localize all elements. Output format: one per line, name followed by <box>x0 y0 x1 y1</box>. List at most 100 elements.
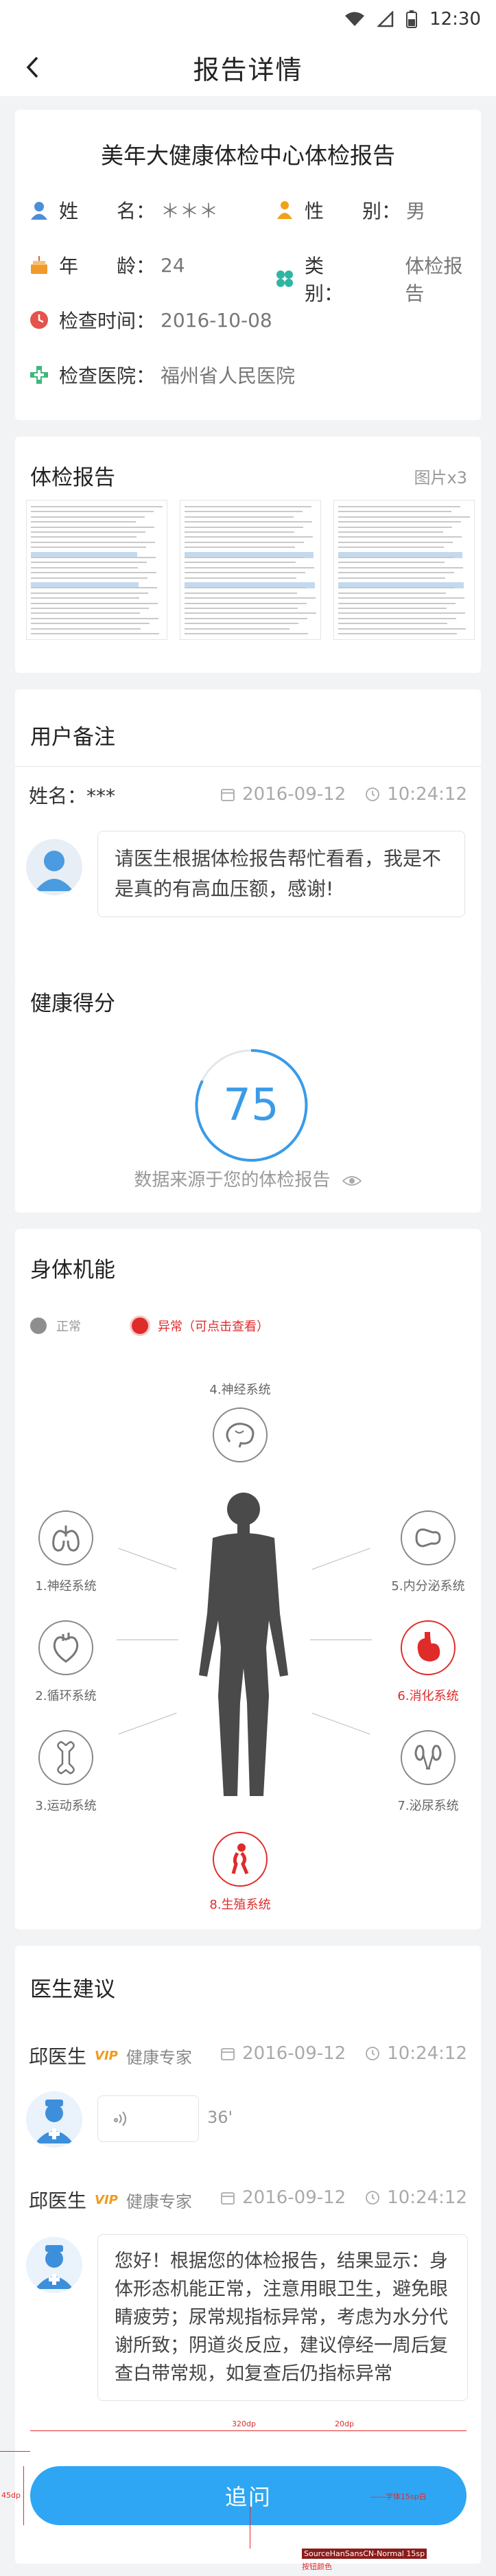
annotation-gap: 20dp <box>335 2419 354 2428</box>
name-value: ＊＊＊ <box>161 200 219 222</box>
date-row: 检查时间： 2016-10-08 <box>29 306 272 334</box>
remark-meta: 2016-09-12 10:24:12 <box>220 784 467 805</box>
battery-icon <box>406 10 418 28</box>
thumbnail-line <box>31 617 158 619</box>
remark-name: 姓名：*** <box>29 785 116 807</box>
advice-time: 10:24:12 <box>387 2187 467 2208</box>
system-label-bottom: 8.生殖系统 <box>209 1898 271 1912</box>
report-title: 美年大健康体检中心体检报告 <box>101 142 395 169</box>
legend-normal: 正常 <box>30 1317 81 1335</box>
connector-line <box>118 1548 177 1570</box>
thumbnail-line <box>31 562 147 564</box>
wifi-icon <box>344 11 365 27</box>
thumbnail-line <box>338 577 445 579</box>
doctor-header: 邱医生 VIP 健康专家 <box>29 2042 192 2069</box>
user-avatar-icon <box>35 851 73 891</box>
thumbnail-line <box>31 541 155 543</box>
connector-line <box>118 1712 177 1735</box>
page-title: 报告详情 <box>193 54 303 85</box>
follow-up-label: 追问 <box>224 2484 272 2510</box>
thumbnail-line <box>338 521 461 523</box>
thumbnail-line <box>31 566 138 568</box>
category-icon <box>274 268 295 289</box>
thumbnail-line <box>185 521 312 523</box>
thumbnail-line <box>31 531 145 533</box>
advice-title: 医生建议 <box>30 1977 115 2002</box>
normal-dot-icon <box>30 1318 47 1334</box>
thumbnail-line <box>185 541 304 543</box>
score-value: 75 <box>223 1080 279 1131</box>
voice-duration: 36' <box>207 2108 233 2127</box>
thumbnail-line <box>185 531 294 533</box>
report-thumbnail[interactable] <box>26 500 167 640</box>
clock-icon <box>366 2191 380 2205</box>
images-count: 图片x3 <box>414 468 467 487</box>
score-source: 数据来源于您的体检报告 <box>134 1170 331 1191</box>
stomach-icon[interactable] <box>401 1620 456 1675</box>
advice-meta: 2016-09-12 10:24:12 <box>220 2043 467 2064</box>
report-thumbnail[interactable] <box>333 500 475 640</box>
thumbnail-line <box>185 557 305 558</box>
thumbnail-line <box>185 623 298 625</box>
thumbnail-line <box>338 623 447 625</box>
thumbnail-line <box>31 547 146 549</box>
legend-abnormal[interactable]: 异常（可点击查看） <box>132 1317 269 1335</box>
thumbnail-line <box>338 572 454 574</box>
thumbnail-line <box>338 506 460 507</box>
annotation-height: 45dp <box>1 2491 21 2500</box>
gender-row: 性 别： 男 <box>274 196 425 224</box>
connector-line <box>311 1548 370 1570</box>
thumbnail-line <box>185 566 314 568</box>
endocrine-icon[interactable] <box>401 1510 456 1565</box>
annotation-font: ——字体15sp白 <box>370 2492 427 2501</box>
doctor-header: 邱医生 VIP 健康专家 <box>29 2186 192 2213</box>
thumbnail-line <box>338 557 453 558</box>
back-button[interactable] <box>16 51 49 84</box>
thumbnail-line <box>185 597 316 599</box>
report-thumbnail[interactable] <box>180 500 321 640</box>
advice-bubble: 您好！根据您的体检报告，结果显示：身体形态机能正常，注意用眼卫生，避免眼睛疲劳；… <box>97 2234 468 2401</box>
doctor-title: 健康专家 <box>126 2047 192 2067</box>
doctor-avatar <box>26 2091 82 2148</box>
thumbnail-line <box>185 526 303 528</box>
doctor-avatar <box>26 2237 82 2293</box>
date-label: 检查时间： <box>59 310 156 332</box>
advice-date: 2016-09-12 <box>242 2187 346 2208</box>
eye-icon[interactable] <box>342 1174 362 1188</box>
type-label: 类 别： <box>305 255 363 305</box>
thumbnail-line <box>185 592 297 594</box>
reproductive-icon[interactable] <box>213 1832 268 1887</box>
lungs-icon[interactable] <box>38 1510 93 1565</box>
thumbnail-line <box>31 577 147 579</box>
annotation-line <box>23 2466 24 2525</box>
remark-date: 2016-09-12 <box>242 784 346 805</box>
thumbnail-line <box>31 536 137 538</box>
thumbnail-line <box>185 511 303 513</box>
thumbnail-line <box>338 602 456 604</box>
thumbnail-line <box>185 633 308 634</box>
calendar-icon <box>221 2192 235 2205</box>
thumbnail-line <box>185 562 296 564</box>
calendar-icon <box>221 789 235 801</box>
system-label-l2: 2.循环系统 <box>35 1689 97 1703</box>
kidney-icon[interactable] <box>401 1730 456 1785</box>
bone-icon[interactable] <box>38 1730 93 1785</box>
legend-abnormal-label: 异常（可点击查看） <box>158 1320 269 1334</box>
thumbnail-line <box>31 597 139 599</box>
annotation-button-color: 按钮颜色 <box>302 2562 332 2571</box>
doctor-avatar-icon <box>35 2100 73 2143</box>
voice-message[interactable] <box>97 2095 199 2142</box>
advice-meta: 2016-09-12 10:24:12 <box>220 2187 467 2208</box>
body-title: 身体机能 <box>30 1258 115 1283</box>
brain-icon[interactable] <box>213 1407 268 1462</box>
thumbnail-line <box>31 587 157 589</box>
thumbnail-line <box>338 617 456 619</box>
thumbnail-line <box>185 516 294 518</box>
thumbnail-line <box>31 521 136 523</box>
gender-label: 性 别： <box>305 200 401 222</box>
thumbnail-line <box>185 612 316 614</box>
cake-icon <box>29 255 49 275</box>
heart-icon[interactable] <box>38 1620 93 1675</box>
name-row: 姓 名： ＊＊＊ <box>29 196 218 224</box>
annotation-width: 320dp <box>232 2419 256 2428</box>
